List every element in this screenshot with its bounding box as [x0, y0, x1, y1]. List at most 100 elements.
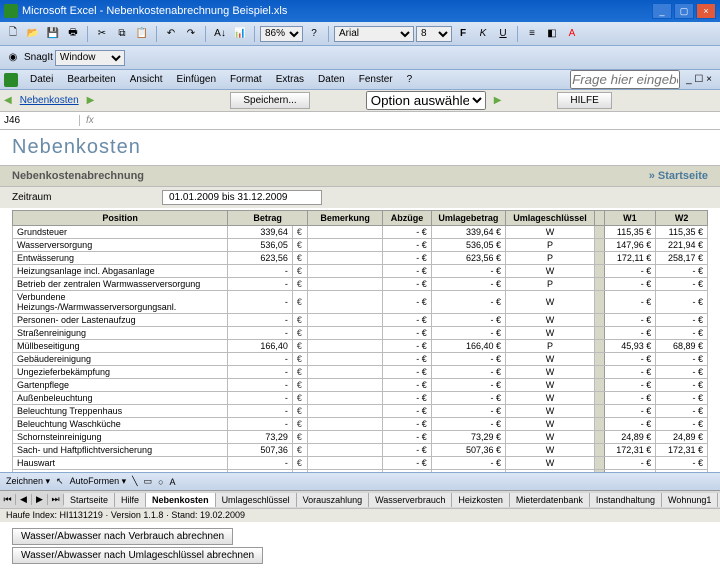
menu-ansicht[interactable]: Ansicht	[124, 72, 169, 87]
name-box[interactable]: J46	[0, 115, 80, 126]
sheet-tab[interactable]: Startseite	[64, 493, 115, 507]
close-button[interactable]: ×	[696, 3, 716, 19]
save-icon[interactable]: 💾	[44, 25, 62, 43]
fontsize-select[interactable]: 8	[416, 26, 452, 42]
menu-extras[interactable]: Extras	[270, 72, 310, 87]
option-select[interactable]: Option auswählen...	[366, 91, 486, 110]
excel-icon	[4, 4, 18, 18]
snagit-window-select[interactable]: Window	[55, 50, 125, 66]
line-icon[interactable]: ╲	[132, 476, 137, 487]
new-icon[interactable]: 🗋	[4, 25, 22, 43]
col-umlagebetrag: Umlagebetrag	[431, 211, 505, 226]
arrow-icon[interactable]: ↖	[56, 476, 64, 487]
tab-prev-icon[interactable]: ◀	[16, 494, 32, 505]
redo-icon[interactable]: ↷	[182, 25, 200, 43]
col-w2: W2	[656, 211, 708, 226]
tab-last-icon[interactable]: ⏭	[48, 494, 64, 505]
autoformen-menu[interactable]: AutoFormen ▾	[70, 476, 127, 487]
maximize-button[interactable]: ▢	[674, 3, 694, 19]
minimize-button[interactable]: _	[652, 3, 672, 19]
nav-breadcrumb[interactable]: Nebenkosten	[20, 95, 79, 106]
help-icon[interactable]: ?	[305, 25, 323, 43]
chart-icon[interactable]: 📊	[231, 25, 249, 43]
bold-icon[interactable]: F	[454, 25, 472, 43]
sheet-tab[interactable]: Umlageschlüssel	[216, 493, 297, 507]
menubar: Datei Bearbeiten Ansicht Einfügen Format…	[0, 70, 720, 90]
sort-asc-icon[interactable]: A↓	[211, 25, 229, 43]
rect-icon[interactable]: ▭	[144, 476, 153, 487]
table-row[interactable]: Außenbeleuchtung-€- €- €W- €- €	[13, 392, 708, 405]
table-row[interactable]: Ungezieferbekämpfung-€- €- €W- €- €	[13, 366, 708, 379]
sheet-tab[interactable]: Instandhaltung	[590, 493, 662, 507]
table-row[interactable]: Heizungsanlage incl. Abgasanlage-€- €- €…	[13, 265, 708, 278]
tab-first-icon[interactable]: ⏮	[0, 494, 16, 505]
table-row[interactable]: Gartenpflege-€- €- €W- €- €	[13, 379, 708, 392]
table-row[interactable]: Wasserversorgung536,05€- €536,05 €P147,9…	[13, 239, 708, 252]
custom-navbar: ◀ Nebenkosten ▶ Speichern... Option ausw…	[0, 90, 720, 112]
sheet-tab[interactable]: Hilfe	[115, 493, 146, 507]
copy-icon[interactable]: ⧉	[113, 25, 131, 43]
period-value[interactable]: 01.01.2009 bis 31.12.2009	[162, 190, 322, 205]
table-row[interactable]: Verbundene Heizungs-/Warmwasserversorgun…	[13, 291, 708, 314]
table-row[interactable]: Gebäudereinigung-€- €- €W- €- €	[13, 353, 708, 366]
paste-icon[interactable]: 📋	[133, 25, 151, 43]
formula-bar: J46 fx	[0, 112, 720, 130]
col-w1: W1	[604, 211, 656, 226]
cut-icon[interactable]: ✂	[93, 25, 111, 43]
col-position: Position	[13, 211, 228, 226]
font-select[interactable]: Arial	[334, 26, 414, 42]
italic-icon[interactable]: K	[474, 25, 492, 43]
menu-hilfe[interactable]: ?	[401, 72, 419, 87]
tab-next-icon[interactable]: ▶	[32, 494, 48, 505]
table-row[interactable]: Schornsteinreinigung73,29€- €73,29 €W24,…	[13, 431, 708, 444]
table-row[interactable]: Beleuchtung Treppenhaus-€- €- €W- €- €	[13, 405, 708, 418]
sheet-tab[interactable]: Nebenkosten	[146, 493, 216, 507]
fill-color-icon[interactable]: ◧	[543, 25, 561, 43]
speichern-button[interactable]: Speichern...	[230, 92, 309, 109]
startseite-link[interactable]: » Startseite	[649, 170, 708, 182]
sheet-tab[interactable]: Heizkosten	[452, 493, 510, 507]
oval-icon[interactable]: ○	[158, 477, 163, 487]
table-row[interactable]: Sach- und Haftpflichtversicherung507,36€…	[13, 444, 708, 457]
undo-icon[interactable]: ↶	[162, 25, 180, 43]
sheet-tab[interactable]: Wasserverbrauch	[369, 493, 452, 507]
table-row[interactable]: Personen- oder Lastenaufzug-€- €- €W- €-…	[13, 314, 708, 327]
sheet-header: Nebenkosten	[0, 130, 720, 165]
menu-daten[interactable]: Daten	[312, 72, 351, 87]
font-color-icon[interactable]: A	[563, 25, 581, 43]
menu-bearbeiten[interactable]: Bearbeiten	[61, 72, 121, 87]
open-icon[interactable]: 📂	[24, 25, 42, 43]
menu-einfuegen[interactable]: Einfügen	[171, 72, 222, 87]
umlage-button[interactable]: Wasser/Abwasser nach Umlageschlüssel abr…	[12, 547, 263, 564]
sheet-tab[interactable]: Wohnung1	[662, 493, 718, 507]
col-betrag: Betrag	[228, 211, 308, 226]
menu-datei[interactable]: Datei	[24, 72, 59, 87]
col-bemerkung: Bemerkung	[307, 211, 382, 226]
excel-doc-icon[interactable]	[4, 73, 18, 87]
fx-label[interactable]: fx	[80, 115, 100, 126]
underline-icon[interactable]: U	[494, 25, 512, 43]
table-row[interactable]: Müllbeseitigung166,40€- €166,40 €P45,93 …	[13, 340, 708, 353]
snagit-icon[interactable]: ◉	[4, 49, 22, 67]
verbrauch-button[interactable]: Wasser/Abwasser nach Verbrauch abrechnen	[12, 528, 233, 545]
table-row[interactable]: Entwässerung623,56€- €623,56 €P172,11 €2…	[13, 252, 708, 265]
table-row[interactable]: Grundsteuer339,64€- €339,64 €W115,35 €11…	[13, 226, 708, 239]
standard-toolbar: 🗋 📂 💾 🖶 ✂ ⧉ 📋 ↶ ↷ A↓ 📊 86% ? Arial 8 F K…	[0, 22, 720, 46]
zoom-select[interactable]: 86%	[260, 26, 303, 42]
zeichnen-menu[interactable]: Zeichnen ▾	[6, 476, 50, 487]
snagit-toolbar: ◉ SnagIt Window	[0, 46, 720, 70]
sheet-tab[interactable]: Vorauszahlung	[297, 493, 370, 507]
hilfe-button[interactable]: HILFE	[557, 92, 611, 109]
ask-question-input[interactable]	[570, 70, 680, 89]
textbox-icon[interactable]: A	[170, 477, 176, 487]
table-row[interactable]: Betrieb der zentralen Warmwasserversorgu…	[13, 278, 708, 291]
table-row[interactable]: Straßenreinigung-€- €- €W- €- €	[13, 327, 708, 340]
table-row[interactable]: Hauswart-€- €- €W- €- €	[13, 457, 708, 470]
menu-fenster[interactable]: Fenster	[353, 72, 399, 87]
table-row[interactable]: Beleuchtung Waschküche-€- €- €W- €- €	[13, 418, 708, 431]
sheet-tab[interactable]: Mieterdatenbank	[510, 493, 590, 507]
align-left-icon[interactable]: ≡	[523, 25, 541, 43]
status-bar: Haufe Index: HI1131219 · Version 1.1.8 ·…	[0, 508, 720, 522]
print-icon[interactable]: 🖶	[64, 25, 82, 43]
menu-format[interactable]: Format	[224, 72, 268, 87]
